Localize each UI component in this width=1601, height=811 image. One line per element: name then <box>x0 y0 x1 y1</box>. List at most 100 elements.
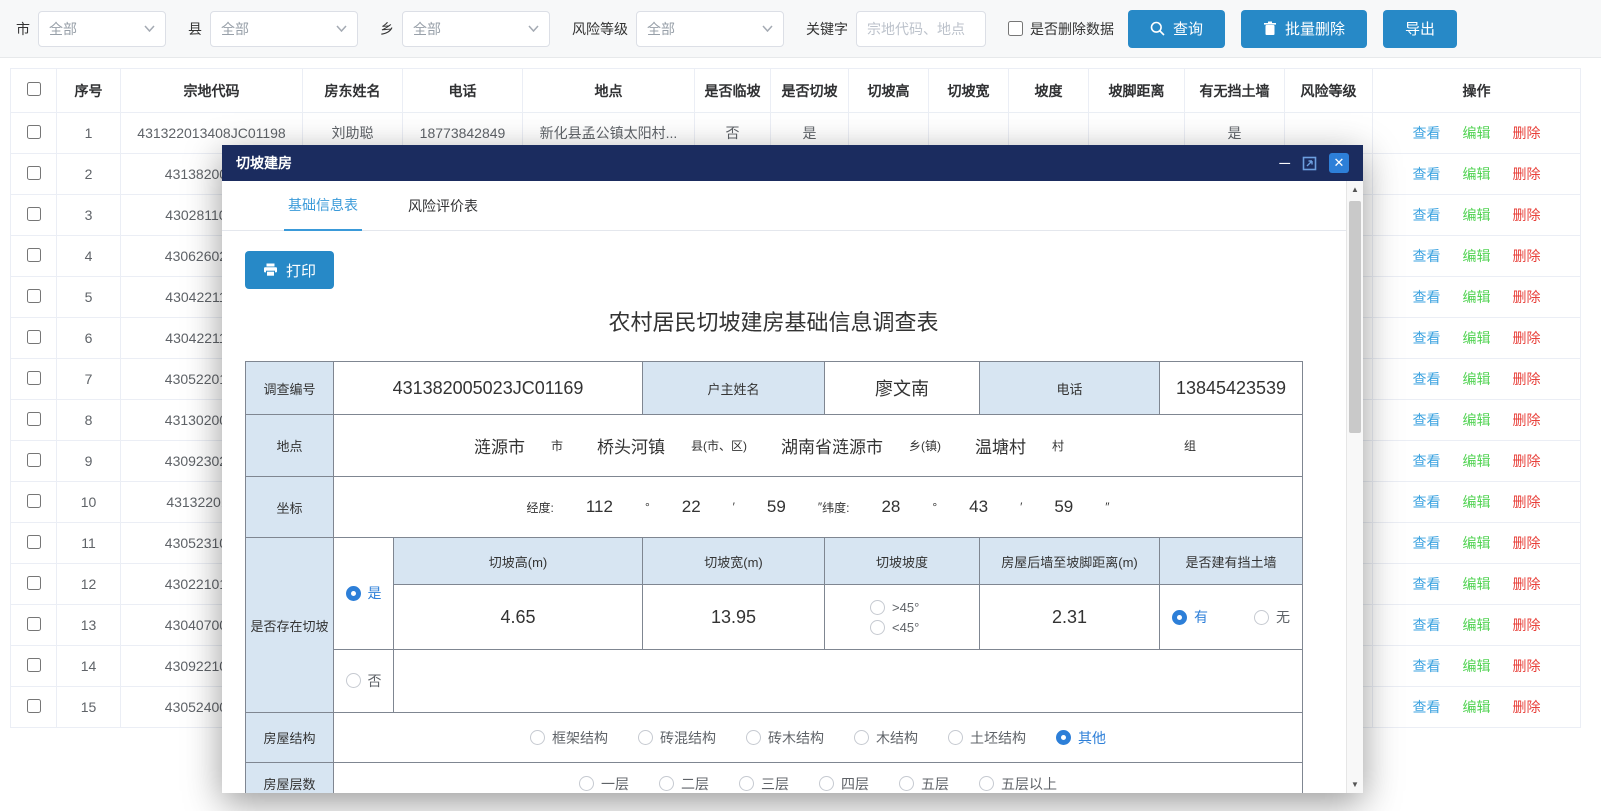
view-link[interactable]: 查看 <box>1413 617 1441 633</box>
radio-option[interactable]: 五层以上 <box>979 774 1057 794</box>
query-button[interactable]: 查询 <box>1128 10 1225 48</box>
delete-link[interactable]: 删除 <box>1513 371 1541 387</box>
edit-link[interactable]: 编辑 <box>1463 535 1491 551</box>
radio-option[interactable]: <45° <box>870 620 919 635</box>
edit-link[interactable]: 编辑 <box>1463 207 1491 223</box>
select-all-checkbox[interactable] <box>27 82 41 96</box>
delete-link[interactable]: 删除 <box>1513 330 1541 346</box>
view-link[interactable]: 查看 <box>1413 576 1441 592</box>
scroll-thumb[interactable] <box>1349 201 1361 433</box>
view-link[interactable]: 查看 <box>1413 125 1441 141</box>
township-select[interactable]: 全部 <box>402 11 550 47</box>
edit-link[interactable]: 编辑 <box>1463 248 1491 264</box>
view-link[interactable]: 查看 <box>1413 371 1441 387</box>
edit-link[interactable]: 编辑 <box>1463 166 1491 182</box>
keyword-input[interactable] <box>856 11 986 47</box>
row-checkbox[interactable] <box>27 248 41 262</box>
cut-exist-no-radio[interactable]: 否 <box>346 671 382 691</box>
view-link[interactable]: 查看 <box>1413 207 1441 223</box>
view-link[interactable]: 查看 <box>1413 453 1441 469</box>
delete-link[interactable]: 删除 <box>1513 248 1541 264</box>
row-checkbox[interactable] <box>27 125 41 139</box>
view-link[interactable]: 查看 <box>1413 289 1441 305</box>
delete-link[interactable]: 删除 <box>1513 576 1541 592</box>
radio-option[interactable]: 有 <box>1172 607 1208 627</box>
edit-link[interactable]: 编辑 <box>1463 289 1491 305</box>
row-checkbox[interactable] <box>27 494 41 508</box>
row-checkbox[interactable] <box>27 371 41 385</box>
radio-option[interactable]: 无 <box>1254 607 1290 627</box>
radio-option[interactable]: 五层 <box>899 774 949 794</box>
delete-link[interactable]: 删除 <box>1513 207 1541 223</box>
city-select[interactable]: 全部 <box>38 11 166 47</box>
delete-link[interactable]: 删除 <box>1513 412 1541 428</box>
row-checkbox[interactable] <box>27 699 41 713</box>
minimize-icon[interactable]: ─ <box>1279 155 1290 172</box>
edit-link[interactable]: 编辑 <box>1463 658 1491 674</box>
delete-link[interactable]: 删除 <box>1513 699 1541 715</box>
view-link[interactable]: 查看 <box>1413 330 1441 346</box>
delete-link[interactable]: 删除 <box>1513 166 1541 182</box>
delete-link[interactable]: 删除 <box>1513 535 1541 551</box>
close-icon[interactable]: ✕ <box>1329 153 1349 173</box>
row-checkbox[interactable] <box>27 166 41 180</box>
view-link[interactable]: 查看 <box>1413 166 1441 182</box>
delete-link[interactable]: 删除 <box>1513 617 1541 633</box>
view-link[interactable]: 查看 <box>1413 494 1441 510</box>
risk-select[interactable]: 全部 <box>636 11 784 47</box>
delete-link[interactable]: 删除 <box>1513 658 1541 674</box>
edit-link[interactable]: 编辑 <box>1463 699 1491 715</box>
edit-link[interactable]: 编辑 <box>1463 125 1491 141</box>
radio-option[interactable]: 框架结构 <box>530 728 608 748</box>
delete-link[interactable]: 删除 <box>1513 289 1541 305</box>
radio-option[interactable]: 土坯结构 <box>948 728 1026 748</box>
scroll-down-icon[interactable]: ▼ <box>1347 780 1363 789</box>
cut-exist-yes-radio[interactable]: 是 <box>346 583 382 603</box>
radio-option[interactable]: 一层 <box>579 774 629 794</box>
view-link[interactable]: 查看 <box>1413 412 1441 428</box>
edit-link[interactable]: 编辑 <box>1463 617 1491 633</box>
view-link[interactable]: 查看 <box>1413 699 1441 715</box>
radio-option[interactable]: 二层 <box>659 774 709 794</box>
delete-link[interactable]: 删除 <box>1513 125 1541 141</box>
row-checkbox[interactable] <box>27 576 41 590</box>
show-deleted-toggle[interactable]: 是否删除数据 <box>1008 19 1114 39</box>
radio-option[interactable]: 四层 <box>819 774 869 794</box>
radio-option[interactable]: 砖混结构 <box>638 728 716 748</box>
maximize-icon[interactable] <box>1302 156 1317 171</box>
radio-option[interactable]: 其他 <box>1056 728 1106 748</box>
county-select[interactable]: 全部 <box>210 11 358 47</box>
radio-option[interactable]: 砖木结构 <box>746 728 824 748</box>
view-link[interactable]: 查看 <box>1413 248 1441 264</box>
edit-link[interactable]: 编辑 <box>1463 576 1491 592</box>
edit-link[interactable]: 编辑 <box>1463 330 1491 346</box>
row-checkbox[interactable] <box>27 453 41 467</box>
delete-link[interactable]: 删除 <box>1513 453 1541 469</box>
export-button[interactable]: 导出 <box>1383 10 1457 48</box>
batch-delete-button[interactable]: 批量删除 <box>1241 10 1367 48</box>
edit-link[interactable]: 编辑 <box>1463 412 1491 428</box>
tab-basic-info[interactable]: 基础信息表 <box>284 195 362 231</box>
edit-link[interactable]: 编辑 <box>1463 453 1491 469</box>
view-link[interactable]: 查看 <box>1413 658 1441 674</box>
city-label: 市 <box>16 19 30 39</box>
row-checkbox[interactable] <box>27 330 41 344</box>
delete-link[interactable]: 删除 <box>1513 494 1541 510</box>
row-checkbox[interactable] <box>27 658 41 672</box>
edit-link[interactable]: 编辑 <box>1463 371 1491 387</box>
radio-option[interactable]: 木结构 <box>854 728 918 748</box>
radio-option[interactable]: 三层 <box>739 774 789 794</box>
scroll-up-icon[interactable]: ▲ <box>1347 185 1363 194</box>
row-checkbox[interactable] <box>27 617 41 631</box>
view-link[interactable]: 查看 <box>1413 535 1441 551</box>
print-button[interactable]: 打印 <box>245 251 334 289</box>
row-checkbox[interactable] <box>27 207 41 221</box>
edit-link[interactable]: 编辑 <box>1463 494 1491 510</box>
radio-option[interactable]: >45° <box>870 600 919 615</box>
modal-scrollbar[interactable]: ▲ ▼ <box>1346 181 1363 793</box>
show-deleted-checkbox[interactable] <box>1008 21 1023 36</box>
row-checkbox[interactable] <box>27 535 41 549</box>
row-checkbox[interactable] <box>27 289 41 303</box>
row-checkbox[interactable] <box>27 412 41 426</box>
tab-risk-eval[interactable]: 风险评价表 <box>404 196 482 230</box>
